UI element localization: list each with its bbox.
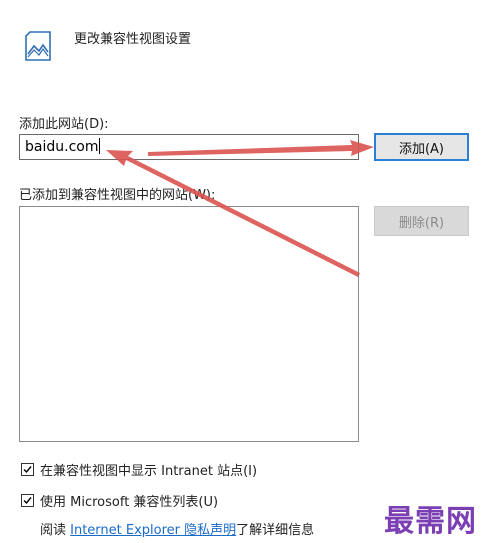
watermark-logo: 最需网 — [384, 504, 477, 539]
dialog-title: 更改兼容性视图设置 — [74, 32, 192, 47]
added-sites-list[interactable] — [19, 206, 359, 442]
checkmark-icon — [23, 466, 32, 474]
privacy-line: 阅读 Internet Explorer 隐私声明了解详细信息 — [40, 519, 314, 538]
ms-list-option[interactable]: 使用 Microsoft 兼容性列表(U) — [21, 491, 218, 510]
remove-button[interactable]: 删除(R) — [374, 206, 469, 236]
site-input-value: baidu.com — [25, 139, 99, 155]
add-site-label: 添加此网站(D): — [19, 117, 109, 132]
intranet-option-label: 在兼容性视图中显示 Intranet 站点(I) — [40, 464, 258, 479]
added-sites-label: 已添加到兼容性视图中的网站(W): — [19, 188, 216, 203]
checkmark-icon — [23, 497, 32, 505]
site-input[interactable]: baidu.com — [19, 134, 359, 160]
site-picture-icon — [24, 30, 52, 62]
ms-list-option-label: 使用 Microsoft 兼容性列表(U) — [40, 495, 219, 510]
privacy-link[interactable]: Internet Explorer 隐私声明 — [70, 523, 236, 538]
privacy-prefix: 阅读 — [40, 523, 71, 538]
ms-list-checkbox[interactable] — [21, 494, 34, 507]
intranet-checkbox[interactable] — [21, 463, 34, 476]
privacy-suffix: 了解详细信息 — [236, 523, 315, 538]
intranet-option[interactable]: 在兼容性视图中显示 Intranet 站点(I) — [21, 460, 257, 479]
add-button[interactable]: 添加(A) — [374, 133, 469, 161]
text-caret — [99, 138, 101, 154]
